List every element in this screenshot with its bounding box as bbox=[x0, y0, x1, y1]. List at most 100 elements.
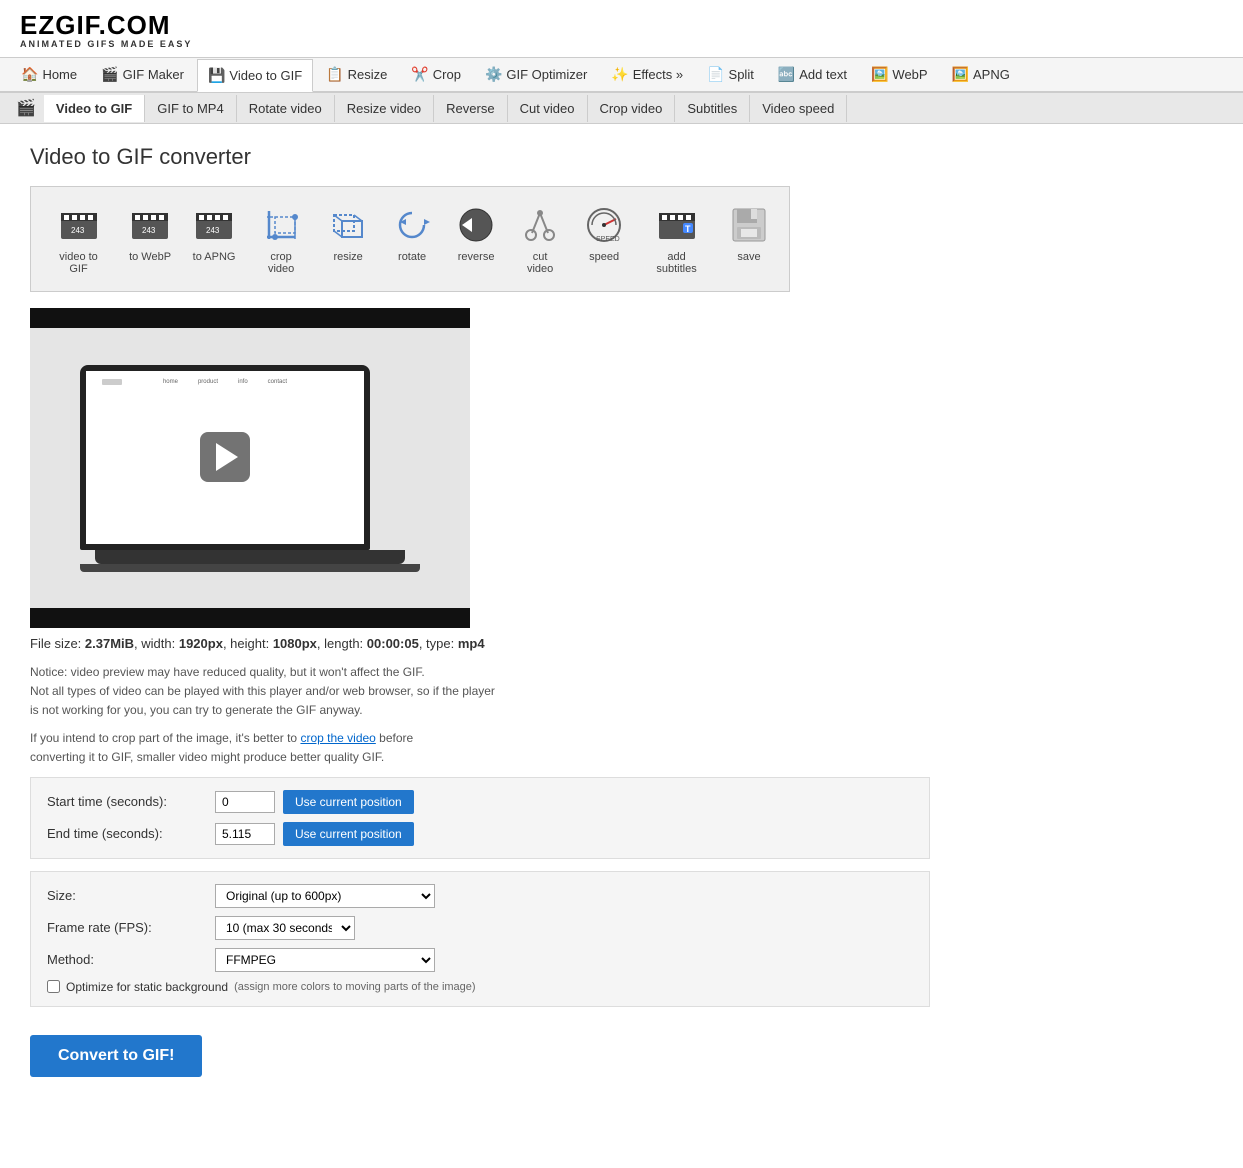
subnav-subtitles[interactable]: Subtitles bbox=[675, 95, 750, 122]
use-current-end-button[interactable]: Use current position bbox=[283, 822, 414, 846]
laptop-frame: home product info contact bbox=[80, 365, 420, 572]
nav-crop[interactable]: ✂️ Crop bbox=[400, 58, 472, 91]
tool-save[interactable]: save bbox=[719, 197, 779, 269]
nav-apng-label: APNG bbox=[973, 67, 1010, 82]
nav-split-label: Split bbox=[729, 67, 754, 82]
clapper-apng-icon: 243 bbox=[192, 203, 236, 247]
logo: EZGIF.COM bbox=[20, 12, 1223, 38]
tool-cut-video[interactable]: cut video bbox=[510, 197, 570, 281]
fps-label: Frame rate (FPS): bbox=[47, 920, 207, 935]
height-value: 1080px bbox=[273, 636, 317, 651]
laptop-screen-content: home product info contact bbox=[86, 371, 364, 544]
nav-home[interactable]: 🏠 Home bbox=[10, 58, 88, 91]
nav-split[interactable]: 📄 Split bbox=[696, 58, 765, 91]
webp-icon: 🖼️ bbox=[871, 66, 888, 83]
screen-nav: home product info contact bbox=[86, 379, 364, 385]
method-row: Method: FFMPEG ImageMagick bbox=[47, 948, 913, 972]
start-time-row: Start time (seconds): Use current positi… bbox=[47, 790, 913, 814]
tool-to-apng-label: to APNG bbox=[193, 251, 236, 263]
subnav-gif-to-mp4[interactable]: GIF to MP4 bbox=[145, 95, 236, 122]
nav-resize-label: Resize bbox=[348, 67, 388, 82]
subtitles-tool-icon: T bbox=[655, 203, 699, 247]
subnav-video-to-gif[interactable]: Video to GIF bbox=[44, 95, 145, 122]
svg-text:243: 243 bbox=[206, 226, 220, 235]
start-time-label: Start time (seconds): bbox=[47, 794, 207, 809]
subnav-cut-video[interactable]: Cut video bbox=[508, 95, 588, 122]
tool-speed[interactable]: SPEED speed bbox=[574, 197, 634, 269]
height-label: , height: bbox=[223, 636, 273, 651]
nav-webp[interactable]: 🖼️ WebP bbox=[860, 58, 939, 91]
end-time-input[interactable] bbox=[215, 823, 275, 845]
tool-crop-video[interactable]: crop video bbox=[248, 197, 314, 281]
length-label: , length: bbox=[317, 636, 367, 651]
subnav-video-speed[interactable]: Video speed bbox=[750, 95, 847, 122]
gif-maker-icon: 🎬 bbox=[101, 66, 118, 83]
split-icon: 📄 bbox=[707, 66, 724, 83]
use-current-start-button[interactable]: Use current position bbox=[283, 790, 414, 814]
tool-reverse[interactable]: reverse bbox=[446, 197, 506, 269]
subnav-crop-video[interactable]: Crop video bbox=[588, 95, 676, 122]
nav-apng[interactable]: 🖼️ APNG bbox=[941, 58, 1021, 91]
length-value: 00:00:05 bbox=[367, 636, 419, 651]
nav-gif-maker[interactable]: 🎬 GIF Maker bbox=[90, 58, 195, 91]
nav-gif-optimizer[interactable]: ⚙️ GIF Optimizer bbox=[474, 58, 598, 91]
subnav-rotate-video[interactable]: Rotate video bbox=[237, 95, 335, 122]
sub-navigation: 🎬 Video to GIF GIF to MP4 Rotate video R… bbox=[0, 93, 1243, 124]
tool-resize-label: resize bbox=[333, 251, 362, 263]
video-bottombar bbox=[30, 608, 470, 628]
tool-resize[interactable]: resize bbox=[318, 197, 378, 269]
nav-add-text[interactable]: 🔤 Add text bbox=[767, 58, 858, 91]
tool-icons-bar: 243 video to GIF 243 to WebP bbox=[30, 186, 790, 292]
tool-to-apng[interactable]: 243 to APNG bbox=[184, 197, 244, 269]
svg-text:T: T bbox=[685, 224, 691, 234]
tool-add-subtitles[interactable]: T add subtitles bbox=[638, 197, 715, 281]
video-preview[interactable]: home product info contact bbox=[30, 328, 470, 608]
convert-button[interactable]: Convert to GIF! bbox=[30, 1035, 202, 1077]
fps-row: Frame rate (FPS): 10 (max 30 seconds) 15… bbox=[47, 916, 913, 940]
end-time-row: End time (seconds): Use current position bbox=[47, 822, 913, 846]
nav-resize[interactable]: 📋 Resize bbox=[315, 58, 398, 91]
file-size-label: File size: bbox=[30, 636, 85, 651]
svg-text:243: 243 bbox=[142, 226, 156, 235]
nav-effects-label: Effects » bbox=[633, 67, 683, 82]
crop-tool-icon bbox=[259, 203, 303, 247]
conversion-settings: Size: Original (up to 600px) 320px 480px… bbox=[30, 871, 930, 1007]
rotate-tool-icon bbox=[390, 203, 434, 247]
crop-nav-icon: ✂️ bbox=[411, 66, 428, 83]
crop-video-link[interactable]: crop the video bbox=[300, 731, 375, 745]
play-button[interactable] bbox=[200, 432, 250, 482]
svg-text:243: 243 bbox=[71, 226, 85, 235]
method-select[interactable]: FFMPEG ImageMagick bbox=[215, 948, 435, 972]
optimize-checkbox[interactable] bbox=[47, 980, 60, 993]
logo-subtitle: ANIMATED GIFS MADE EASY bbox=[20, 39, 1223, 49]
video-topbar bbox=[30, 308, 470, 328]
clapper-webp-icon: 243 bbox=[128, 203, 172, 247]
nav-add-text-label: Add text bbox=[799, 67, 847, 82]
size-select[interactable]: Original (up to 600px) 320px 480px 640px… bbox=[215, 884, 435, 908]
fps-select[interactable]: 10 (max 30 seconds) 15 20 25 30 bbox=[215, 916, 355, 940]
notice-line1: Notice: video preview may have reduced q… bbox=[30, 665, 425, 679]
subnav-reverse[interactable]: Reverse bbox=[434, 95, 507, 122]
nav-webp-label: WebP bbox=[892, 67, 927, 82]
start-time-input[interactable] bbox=[215, 791, 275, 813]
tool-save-label: save bbox=[737, 251, 760, 263]
tool-video-to-gif[interactable]: 243 video to GIF bbox=[41, 197, 116, 281]
nav-crop-label: Crop bbox=[433, 67, 461, 82]
tool-cut-video-label: cut video bbox=[518, 251, 562, 275]
laptop-base bbox=[95, 550, 405, 564]
site-header: EZGIF.COM ANIMATED GIFS MADE EASY bbox=[0, 0, 1243, 58]
optimize-note: (assign more colors to moving parts of t… bbox=[234, 981, 476, 993]
tool-add-subtitles-label: add subtitles bbox=[646, 251, 707, 275]
nav-video-to-gif[interactable]: 💾 Video to GIF bbox=[197, 59, 313, 92]
tool-to-webp[interactable]: 243 to WebP bbox=[120, 197, 180, 269]
top-navigation: 🏠 Home 🎬 GIF Maker 💾 Video to GIF 📋 Resi… bbox=[0, 58, 1243, 93]
nav-effects[interactable]: ✨ Effects » bbox=[600, 58, 694, 91]
size-label: Size: bbox=[47, 888, 207, 903]
tool-rotate[interactable]: rotate bbox=[382, 197, 442, 269]
end-time-label: End time (seconds): bbox=[47, 826, 207, 841]
resize-tool-icon bbox=[326, 203, 370, 247]
notice-text: Notice: video preview may have reduced q… bbox=[30, 663, 510, 767]
nav-home-label: Home bbox=[42, 67, 77, 82]
subnav-resize-video[interactable]: Resize video bbox=[335, 95, 434, 122]
type-label: , type: bbox=[419, 636, 458, 651]
